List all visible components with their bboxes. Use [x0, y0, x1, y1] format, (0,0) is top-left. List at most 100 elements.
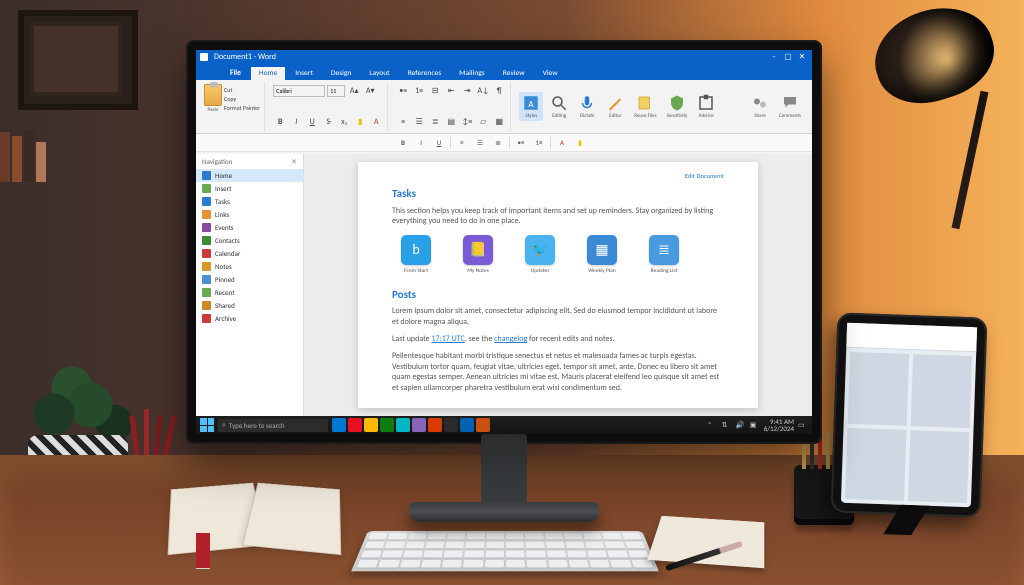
- taskbar-pinned-2[interactable]: [364, 418, 378, 432]
- edit-document-link[interactable]: Edit Document: [392, 172, 724, 181]
- taskbar-pinned-0[interactable]: [332, 418, 346, 432]
- subscript-icon[interactable]: x₂: [337, 115, 351, 129]
- taskbar-pinned-5[interactable]: [412, 418, 426, 432]
- nav-item-archive[interactable]: Archive: [196, 312, 303, 325]
- font-name-select[interactable]: Calibri: [273, 85, 325, 97]
- editor-button[interactable]: Editor: [603, 92, 627, 121]
- nav-item-shared[interactable]: Shared: [196, 299, 303, 312]
- doc-app-fresh-start[interactable]: bFresh Start: [392, 235, 440, 275]
- tab-review[interactable]: Review: [495, 67, 533, 80]
- line-spacing-icon[interactable]: ↕≡: [460, 115, 474, 129]
- fmt-align-left-icon[interactable]: ≡: [455, 137, 469, 149]
- align-right-icon[interactable]: ≣: [428, 115, 442, 129]
- fmt-align-right-icon[interactable]: ≣: [491, 137, 505, 149]
- bold-icon[interactable]: B: [273, 115, 287, 129]
- share-button[interactable]: Share: [748, 92, 772, 121]
- fmt-color-icon[interactable]: A: [555, 137, 569, 149]
- doc-app-my-notes[interactable]: 📒My Notes: [454, 235, 502, 275]
- start-button[interactable]: [200, 418, 214, 432]
- tray-volume-icon[interactable]: 🔊: [736, 420, 746, 430]
- paste-button[interactable]: Paste: [204, 84, 222, 113]
- nav-item-insert[interactable]: Insert: [196, 182, 303, 195]
- strike-icon[interactable]: S̶: [321, 115, 335, 129]
- tab-home[interactable]: Home: [251, 67, 285, 80]
- align-center-icon[interactable]: ☰: [412, 115, 426, 129]
- tab-file[interactable]: File: [222, 67, 249, 80]
- doc-link-changelog[interactable]: changelog: [494, 334, 527, 344]
- increase-indent-icon[interactable]: ⇥: [460, 84, 474, 98]
- fmt-align-center-icon[interactable]: ☰: [473, 137, 487, 149]
- sort-icon[interactable]: A↓: [476, 84, 490, 98]
- taskbar-pinned-3[interactable]: [380, 418, 394, 432]
- taskbar-search[interactable]: ⌕ Type here to search: [218, 419, 328, 432]
- tab-view[interactable]: View: [535, 67, 566, 80]
- fmt-highlight-icon[interactable]: ▮: [573, 137, 587, 149]
- fmt-italic-icon[interactable]: I: [414, 137, 428, 149]
- copy-button[interactable]: Copy: [224, 95, 260, 103]
- nav-item-events[interactable]: Events: [196, 221, 303, 234]
- sensitivity-button[interactable]: Sensitivity: [664, 92, 691, 121]
- comments-button[interactable]: Comments: [776, 92, 804, 121]
- tray-notifications-icon[interactable]: ▭: [798, 420, 808, 430]
- taskbar-clock[interactable]: 9:41 AM 6/12/2024: [764, 418, 794, 432]
- taskbar-pinned-7[interactable]: [444, 418, 458, 432]
- borders-icon[interactable]: ▦: [492, 115, 506, 129]
- numbering-icon[interactable]: 1≡: [412, 84, 426, 98]
- taskbar-pinned-8[interactable]: [460, 418, 474, 432]
- taskbar-pinned-4[interactable]: [396, 418, 410, 432]
- doc-app-reading-list[interactable]: ≣Reading List: [640, 235, 688, 275]
- addins-button[interactable]: Add-ins: [694, 92, 718, 121]
- reuse-files-button[interactable]: Reuse Files: [631, 92, 659, 121]
- minimize-button[interactable]: –: [768, 53, 780, 61]
- font-size-select[interactable]: 11: [327, 85, 345, 97]
- align-left-icon[interactable]: ≡: [396, 115, 410, 129]
- justify-icon[interactable]: ▤: [444, 115, 458, 129]
- nav-item-pinned[interactable]: Pinned: [196, 273, 303, 286]
- nav-item-calendar[interactable]: Calendar: [196, 247, 303, 260]
- tray-chevron-icon[interactable]: ˄: [708, 420, 718, 430]
- fmt-bullets-icon[interactable]: •≡: [514, 137, 528, 149]
- dictate-button[interactable]: Dictate: [575, 92, 599, 121]
- tab-references[interactable]: References: [400, 67, 449, 80]
- tab-insert[interactable]: Insert: [287, 67, 321, 80]
- bullets-icon[interactable]: •≡: [396, 84, 410, 98]
- tab-layout[interactable]: Layout: [361, 67, 397, 80]
- cut-button[interactable]: Cut: [224, 86, 260, 94]
- tab-mailings[interactable]: Mailings: [451, 67, 493, 80]
- tab-design[interactable]: Design: [323, 67, 359, 80]
- doc-link-time[interactable]: 17:17 UTC: [431, 334, 464, 344]
- doc-app-updates[interactable]: 🐦Updates: [516, 235, 564, 275]
- italic-icon[interactable]: I: [289, 115, 303, 129]
- close-button[interactable]: ✕: [796, 53, 808, 61]
- fmt-numbers-icon[interactable]: 1≡: [532, 137, 546, 149]
- nav-item-home[interactable]: Home: [196, 169, 303, 182]
- styles-button[interactable]: A Styles: [519, 92, 543, 121]
- taskbar-pinned-1[interactable]: [348, 418, 362, 432]
- nav-item-recent[interactable]: Recent: [196, 286, 303, 299]
- document-page[interactable]: Edit Document Tasks This section helps y…: [358, 162, 758, 408]
- nav-item-tasks[interactable]: Tasks: [196, 195, 303, 208]
- multilevel-icon[interactable]: ⊟: [428, 84, 442, 98]
- highlight-icon[interactable]: ▮: [353, 115, 367, 129]
- font-color-icon[interactable]: A: [369, 115, 383, 129]
- nav-item-links[interactable]: Links: [196, 208, 303, 221]
- taskbar-pinned-6[interactable]: [428, 418, 442, 432]
- document-area[interactable]: Edit Document Tasks This section helps y…: [304, 154, 812, 416]
- show-marks-icon[interactable]: ¶: [492, 84, 506, 98]
- maximize-button[interactable]: ▢: [782, 53, 794, 61]
- shrink-font-icon[interactable]: A▾: [363, 84, 377, 98]
- fmt-bold-icon[interactable]: B: [396, 137, 410, 149]
- fmt-underline-icon[interactable]: U: [432, 137, 446, 149]
- shading-icon[interactable]: ▱: [476, 115, 490, 129]
- tray-network-icon[interactable]: ⇅: [722, 420, 732, 430]
- nav-item-contacts[interactable]: Contacts: [196, 234, 303, 247]
- taskbar-pinned-9[interactable]: [476, 418, 490, 432]
- underline-icon[interactable]: U: [305, 115, 319, 129]
- doc-app-weekly-plan[interactable]: ▦Weekly Plan: [578, 235, 626, 275]
- nav-item-notes[interactable]: Notes: [196, 260, 303, 273]
- decrease-indent-icon[interactable]: ⇤: [444, 84, 458, 98]
- format-painter-button[interactable]: Format Painter: [224, 104, 260, 112]
- navpane-close-icon[interactable]: ✕: [291, 157, 297, 166]
- tray-battery-icon[interactable]: ▣: [750, 420, 760, 430]
- grow-font-icon[interactable]: A▴: [347, 84, 361, 98]
